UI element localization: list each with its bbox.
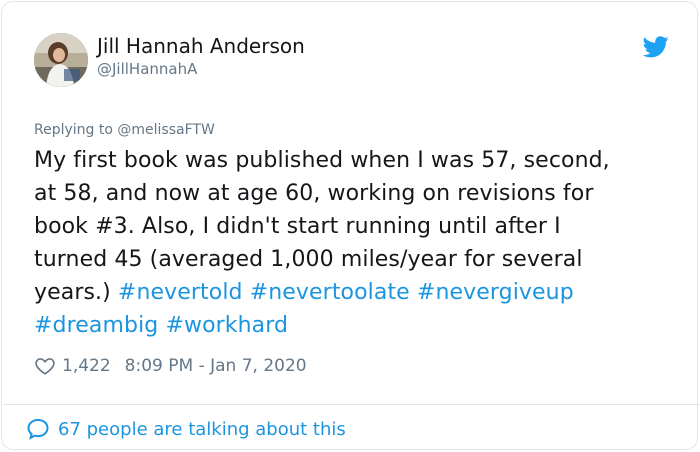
hashtag-link[interactable]: #workhard <box>165 313 288 338</box>
conversation-label[interactable]: 67 people are talking about this <box>58 419 346 440</box>
twitter-bird-icon[interactable] <box>643 36 669 58</box>
speech-bubble-icon <box>27 418 49 440</box>
tweet-line: years.) <box>34 280 118 305</box>
tweet-text: My first book was published when I was 5… <box>34 144 674 342</box>
hashtag-link[interactable]: #dreambig <box>34 313 158 338</box>
replying-to: Replying to @melissaFTW <box>34 122 215 138</box>
divider <box>3 404 700 405</box>
tweet-line: book #3. Also, I didn't start running un… <box>34 214 561 239</box>
author-handle[interactable]: @JillHannahA <box>97 60 197 78</box>
tweet-line: turned 45 (averaged 1,000 miles/year for… <box>34 247 583 272</box>
tweet-line-with-hashtags: years.) #nevertold #nevertoolate #neverg… <box>34 276 674 309</box>
replying-prefix: Replying to <box>34 122 118 138</box>
timestamp[interactable]: 8:09 PM - Jan 7, 2020 <box>125 356 307 376</box>
conversation-link[interactable]: 67 people are talking about this <box>26 415 346 443</box>
tweet-card[interactable]: Jill Hannah Anderson @JillHannahA Replyi… <box>1 1 700 450</box>
replying-mention-link[interactable]: @melissaFTW <box>117 122 214 138</box>
hashtag-link[interactable]: #nevertold <box>118 280 243 305</box>
avatar[interactable] <box>34 33 88 87</box>
tweet-line: My first book was published when I was 5… <box>34 148 610 173</box>
tweet-line: at 58, and now at age 60, working on rev… <box>34 181 594 206</box>
hashtag-link[interactable]: #nevergiveup <box>417 280 574 305</box>
author-name[interactable]: Jill Hannah Anderson <box>97 34 305 58</box>
tweet-line-hashtags: #dreambig #workhard <box>34 309 674 342</box>
avatar-image <box>34 33 88 87</box>
hashtag-link[interactable]: #nevertoolate <box>250 280 410 305</box>
heart-icon[interactable] <box>34 355 56 377</box>
like-count[interactable]: 1,422 <box>62 356 111 376</box>
tweet-meta: 1,422 8:09 PM - Jan 7, 2020 <box>34 353 307 379</box>
